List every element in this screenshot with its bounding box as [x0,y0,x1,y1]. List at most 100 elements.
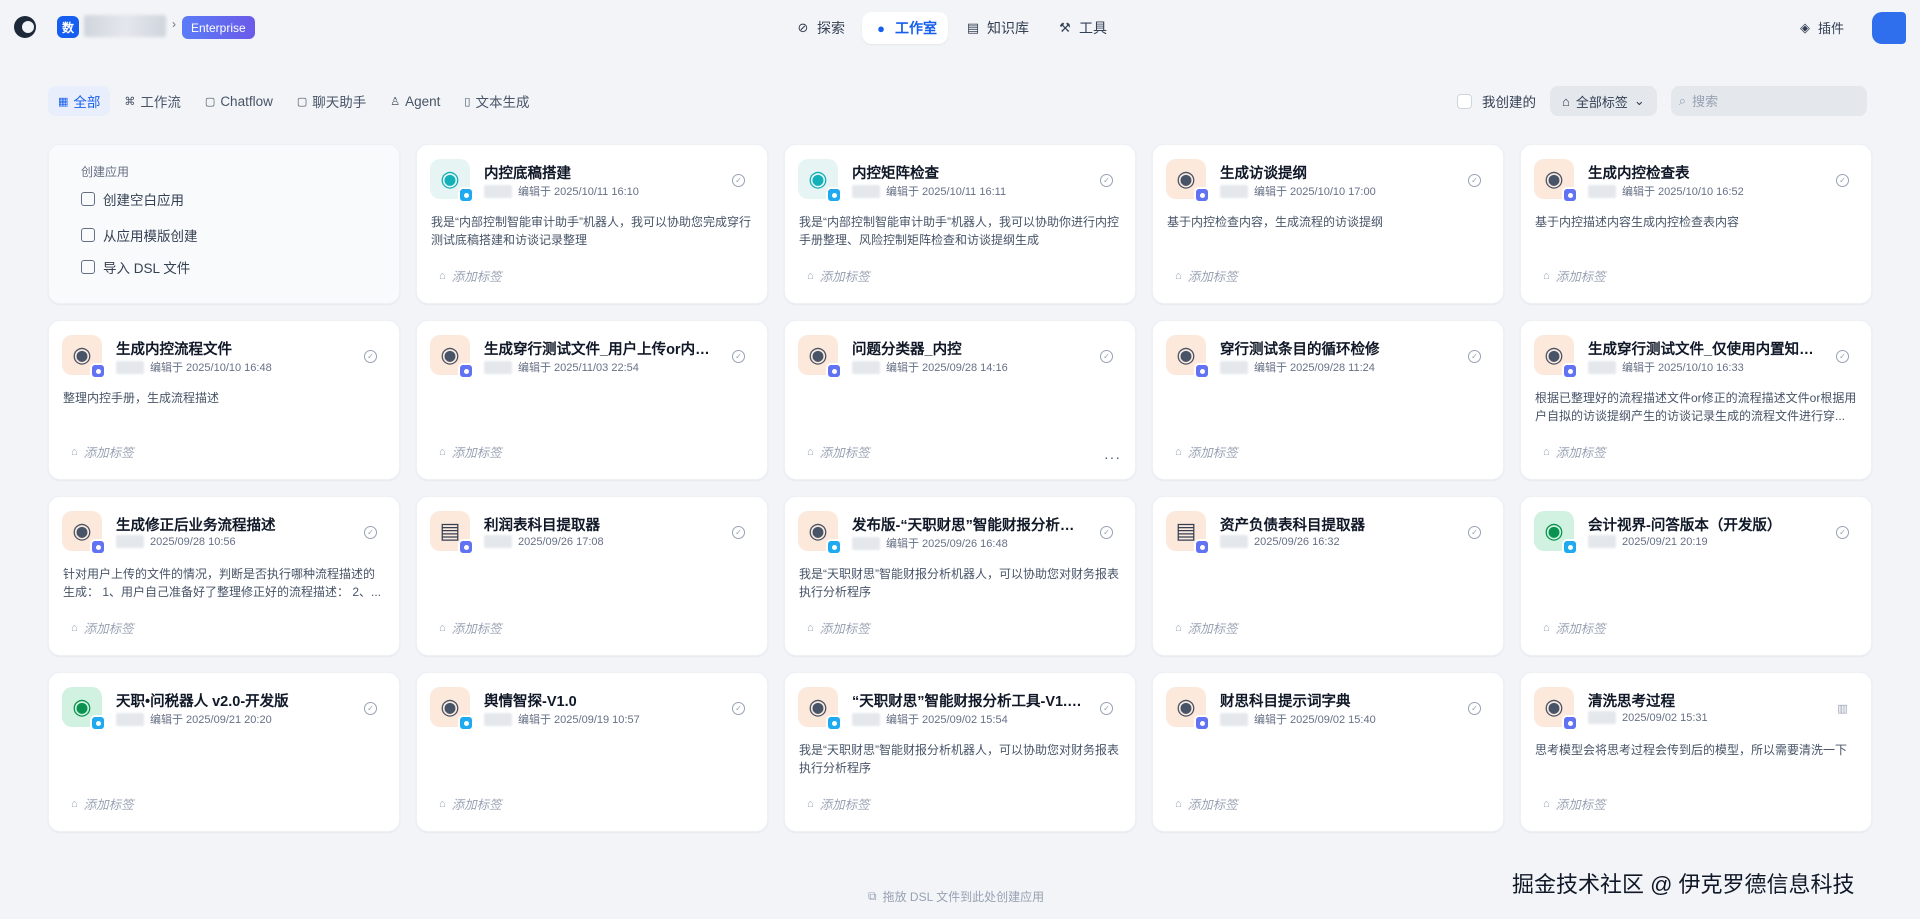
workspace-switch-icon[interactable]: › [172,17,176,31]
created-by-me-filter[interactable]: 我创建的 [1457,91,1536,111]
nav-knowledge[interactable]: ▤ 知识库 [954,12,1040,44]
dify-logo-icon[interactable] [14,16,36,38]
add-tag-button[interactable]: ⌂ 添加标签 [71,618,134,637]
app-card[interactable]: ◉ 生成访谈提纲 编辑于 2025/10/10 17:00 基于内控检查内容，生… [1152,144,1504,304]
add-tag-button[interactable]: ⌂ 添加标签 [1175,442,1238,461]
app-card[interactable]: ◉ 问题分类器_内控 编辑于 2025/09/28 14:16 ✓ ⌂ 添加标签… [784,320,1136,480]
check-circle-icon: ✓ [364,350,377,363]
app-card[interactable]: ◉ 天职•问税器人 v2.0-开发版 编辑于 2025/09/21 20:20 … [48,672,400,832]
add-tag-button[interactable]: ⌂ 添加标签 [439,442,502,461]
add-tag-button[interactable]: ⌂ 添加标签 [439,266,502,285]
create-blank-app-button[interactable]: 创建空白应用 [81,189,184,209]
tab-label: Chatflow [220,93,273,109]
workflow-badge-icon [1194,187,1210,203]
user-avatar[interactable] [1872,12,1906,44]
app-card[interactable]: ▤ 资产负债表科目提取器 2025/09/26 16:32 ✓ ⌂ 添加标签 [1152,496,1504,656]
tab-label: Agent [405,93,441,109]
add-tag-button[interactable]: ⌂ 添加标签 [1543,266,1606,285]
robot-icon: ◉ [1544,518,1564,543]
app-meta: 编辑于 2025/09/28 11:24 [1220,359,1375,375]
app-card[interactable]: ◉ 内控矩阵检查 编辑于 2025/10/11 16:11 我是“内部控制智能审… [784,144,1136,304]
tag-icon: ⌂ [807,269,814,282]
app-edited-time: 编辑于 2025/10/11 16:10 [518,186,639,198]
author-redacted [1220,535,1248,548]
created-by-me-checkbox[interactable] [1457,93,1472,109]
tag-icon: ⌂ [1175,445,1182,458]
add-tag-button[interactable]: ⌂ 添加标签 [1175,794,1238,813]
nav-tools[interactable]: ⚒ 工具 [1046,12,1118,44]
chat-badge-icon [826,187,842,203]
app-icon: ◉ [1534,511,1578,555]
add-tag-label: 添加标签 [1187,270,1238,284]
chatflow-icon: ▢ [204,95,216,108]
app-icon: ▤ [430,511,474,555]
add-tag-label: 添加标签 [1555,270,1606,284]
add-tag-label: 添加标签 [1555,798,1606,812]
app-meta: 编辑于 2025/09/02 15:40 [1220,711,1376,727]
add-tag-button[interactable]: ⌂ 添加标签 [1543,618,1606,637]
agent-icon: ♙ [390,95,401,108]
app-description: 根据已整理好的流程描述文件or修正的流程描述文件or根据用户自拟的访谈提纲产生的… [1535,391,1857,423]
add-tag-button[interactable]: ⌂ 添加标签 [71,442,134,461]
app-title: 天职•问税器人 v2.0-开发版 [116,694,289,710]
tab-agent[interactable]: ♙ Agent [380,86,450,116]
tool-icon: ⚒ [1059,20,1071,35]
app-card[interactable]: ◉ 生成内控流程文件 编辑于 2025/10/10 16:48 整理内控手册，生… [48,320,400,480]
robot-icon: ◉ [72,342,92,367]
cube-icon: ◈ [1800,19,1810,35]
tag-filter-label: 全部标签 [1575,94,1628,110]
app-meta: 2025/09/26 16:32 [1220,535,1340,548]
nav-studio[interactable]: ● 工作室 [862,12,948,44]
add-tag-button[interactable]: ⌂ 添加标签 [439,618,502,637]
tab-label: 全部 [73,95,101,110]
app-meta: 编辑于 2025/09/21 20:20 [116,711,272,727]
workspace-avatar[interactable]: 数 [57,16,79,38]
tab-chatflow[interactable]: ▢ Chatflow [195,86,283,116]
add-tag-button[interactable]: ⌂ 添加标签 [807,442,870,461]
add-tag-button[interactable]: ⌂ 添加标签 [1543,794,1606,813]
robot-icon: ◉ [440,342,460,367]
app-card[interactable]: ◉ 生成内控检查表 编辑于 2025/10/10 16:52 基于内控描述内容生… [1520,144,1872,304]
document-icon: ▯ [464,95,471,108]
tab-chat-assistant[interactable]: ▢ 聊天助手 [287,86,376,116]
add-tag-button[interactable]: ⌂ 添加标签 [1543,442,1606,461]
add-tag-label: 添加标签 [1555,622,1606,636]
add-tag-button[interactable]: ⌂ 添加标签 [807,794,870,813]
create-from-template-button[interactable]: 从应用模版创建 [81,225,198,245]
app-card[interactable]: ◉ 生成穿行测试文件_用户上传or内置... 编辑于 2025/11/03 22… [416,320,768,480]
app-card[interactable]: ◉ 生成穿行测试文件_仅使用内置知识库 编辑于 2025/10/10 16:33… [1520,320,1872,480]
app-card[interactable]: ▤ 利润表科目提取器 2025/09/26 17:08 ✓ ⌂ 添加标签 [416,496,768,656]
tab-workflow[interactable]: ⌘ 工作流 [114,86,191,116]
app-card[interactable]: ◉ 穿行测试条目的循环检修 编辑于 2025/09/28 11:24 ✓ ⌂ 添… [1152,320,1504,480]
app-card[interactable]: ◉ 内控底稿搭建 编辑于 2025/10/11 16:10 我是“内部控制智能审… [416,144,768,304]
create-app-card: 创建应用 创建空白应用 从应用模版创建 导入 DSL 文件 [48,144,400,304]
add-tag-button[interactable]: ⌂ 添加标签 [807,618,870,637]
workspace-name-redacted[interactable] [84,15,166,37]
add-tag-button[interactable]: ⌂ 添加标签 [439,794,502,813]
add-tag-button[interactable]: ⌂ 添加标签 [807,266,870,285]
app-card[interactable]: ◉ 财思科目提示词字典 编辑于 2025/09/02 15:40 ✓ ⌂ 添加标… [1152,672,1504,832]
nav-label: 工作室 [895,20,937,36]
tag-filter-dropdown[interactable]: ⌂ 全部标签 ⌄ [1550,86,1657,116]
tab-label: 文本生成 [475,95,530,110]
app-card[interactable]: ◉ 发布版-“天职财思”智能财报分析工... 编辑于 2025/09/26 16… [784,496,1136,656]
add-tag-button[interactable]: ⌂ 添加标签 [71,794,134,813]
robot-icon: ◉ [72,694,92,719]
app-card[interactable]: ◉ 生成修正后业务流程描述 2025/09/28 10:56 针对用户上传的文件… [48,496,400,656]
add-tag-button[interactable]: ⌂ 添加标签 [1175,618,1238,637]
add-tag-button[interactable]: ⌂ 添加标签 [1175,266,1238,285]
nav-explore[interactable]: ⊘ 探索 [784,12,856,44]
author-redacted [116,360,144,374]
app-card[interactable]: ◉ 清洗思考过程 2025/09/02 15:31 思考模型会将思考过程会传到后… [1520,672,1872,832]
search-input[interactable] [1692,93,1853,109]
more-options-icon[interactable]: ··· [1104,449,1121,465]
app-card[interactable]: ◉ 舆情智探-V1.0 编辑于 2025/09/19 10:57 ✓ ⌂ 添加标… [416,672,768,832]
app-card[interactable]: ◉ 会计视界-问答版本（开发版） 2025/09/21 20:19 ✓ ⌂ 添加… [1520,496,1872,656]
app-card[interactable]: ◉ “天职财思”智能财报分析工具-V1.2... 编辑于 2025/09/02 … [784,672,1136,832]
tab-text-generation[interactable]: ▯ 文本生成 [454,86,539,116]
import-dsl-button[interactable]: 导入 DSL 文件 [81,257,190,277]
app-meta: 编辑于 2025/10/11 16:10 [484,183,639,199]
nav-label: 工具 [1079,20,1107,36]
tab-all[interactable]: ▦ 全部 [48,86,111,116]
plugin-button[interactable]: ◈ 插件 [1800,18,1844,37]
